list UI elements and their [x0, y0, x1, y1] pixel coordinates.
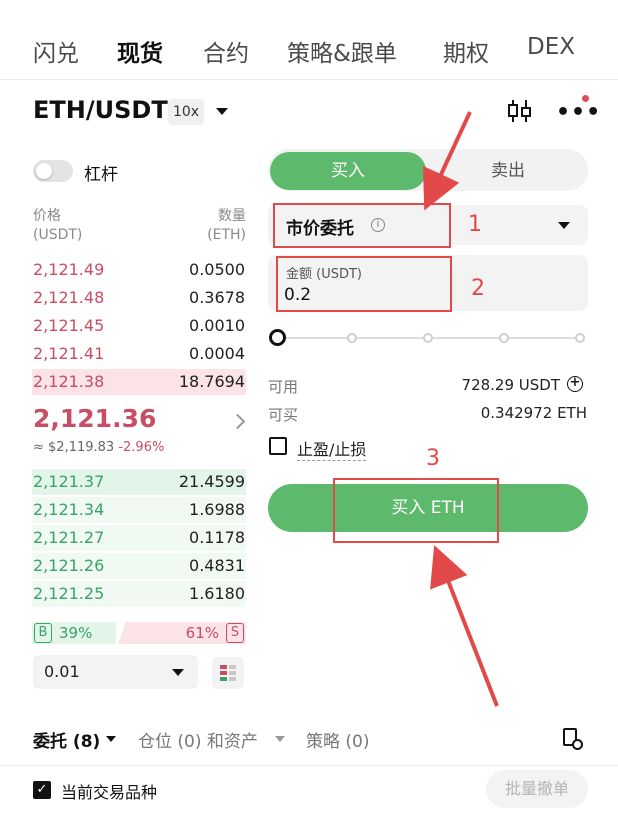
annotation-arrow-3 — [430, 545, 499, 707]
annotation-arrow-1 — [422, 111, 472, 211]
annotation-arrows — [422, 111, 499, 707]
